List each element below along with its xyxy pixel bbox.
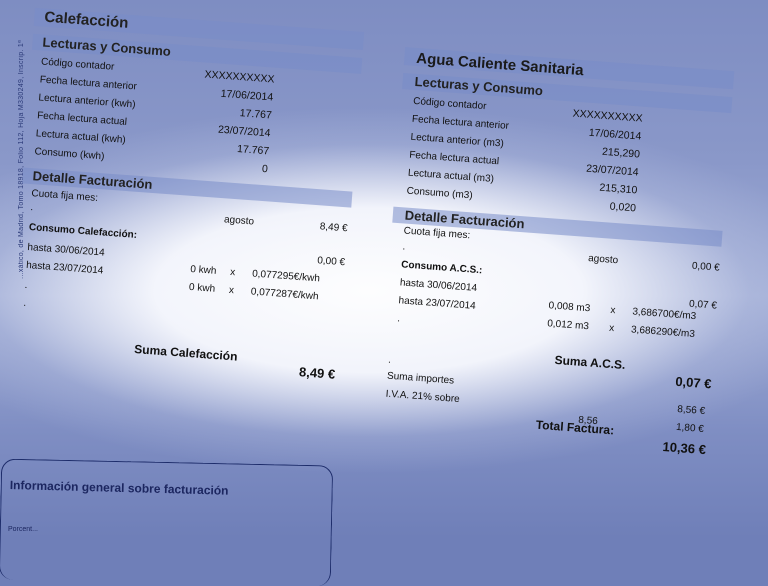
calefaccion-row-value: 17.767 bbox=[236, 143, 270, 158]
calefaccion-title: Calefacción bbox=[43, 8, 130, 32]
acs-consumo-label: Consumo A.C.S.: bbox=[400, 259, 483, 277]
calefaccion-line2-x: x bbox=[228, 284, 235, 297]
calefaccion-cuota-amount: 8,49 € bbox=[319, 221, 348, 235]
calefaccion-line1-label: hasta 30/06/2014 bbox=[27, 241, 105, 259]
acs-row-value: 17/06/2014 bbox=[588, 126, 642, 143]
suma-importes-label: Suma importes bbox=[386, 370, 455, 387]
acs-row-value: 0,020 bbox=[609, 200, 637, 215]
calefaccion-row-label: Fecha lectura actual bbox=[36, 110, 128, 128]
acs-row-label: Consumo (m3) bbox=[406, 185, 473, 202]
total-factura-label: Total Factura: bbox=[535, 417, 615, 438]
calefaccion-line1-x: x bbox=[229, 266, 236, 279]
calefaccion-line2-qty: 0 kwh bbox=[188, 281, 216, 295]
calefaccion-row-value: 17/06/2014 bbox=[220, 87, 274, 104]
calefaccion-row-label: Lectura actual (kwh) bbox=[35, 128, 127, 146]
calefaccion-cuota-label: Cuota fija mes: bbox=[31, 188, 99, 204]
calefaccion-row-value: 17.767 bbox=[239, 107, 273, 122]
acs-line2-qty: 0,012 m3 bbox=[546, 318, 590, 333]
calefaccion-consumo-label: Consumo Calefacción: bbox=[28, 222, 138, 241]
acs-cuota-label: Cuota fija mes: bbox=[403, 225, 471, 242]
acs-consumo-amount: 0,07 € bbox=[688, 298, 718, 312]
acs-cuota-month: agosto bbox=[587, 253, 619, 267]
info-box bbox=[0, 458, 334, 586]
acs-row-value: 215,310 bbox=[598, 181, 638, 197]
suma-acs-label: Suma A.C.S. bbox=[554, 352, 626, 373]
acs-line1-x: x bbox=[610, 304, 616, 317]
calefaccion-row-label: Fecha lectura anterior bbox=[39, 74, 138, 93]
acs-row-label: Fecha lectura anterior bbox=[411, 113, 510, 132]
acs-row-value: XXXXXXXXXX bbox=[572, 107, 644, 125]
acs-row-label: Lectura anterior (m3) bbox=[410, 131, 505, 150]
calefaccion-row-value: 23/07/2014 bbox=[217, 123, 271, 140]
document-photo: ...xático, de Madrid, Tomo 18918, Folio … bbox=[0, 0, 768, 586]
acs-line2-price: 3,686290€/m3 bbox=[630, 324, 696, 341]
info-sub: Porcent... bbox=[8, 526, 38, 533]
iva-value: 1,80 € bbox=[675, 421, 705, 435]
acs-line1-price: 3,686700€/m3 bbox=[631, 306, 697, 323]
calefaccion-line1-qty: 0 kwh bbox=[189, 263, 217, 277]
acs-row-label: Lectura actual (m3) bbox=[407, 167, 495, 185]
suma-calefaccion-amount: 8,49 € bbox=[298, 364, 336, 382]
iva-label: I.V.A. 21% sobre bbox=[385, 388, 461, 406]
acs-line1-qty: 0,008 m3 bbox=[548, 300, 591, 315]
calefaccion-line2-label: hasta 23/07/2014 bbox=[25, 259, 104, 277]
calefaccion-row-label: Lectura anterior (kwh) bbox=[38, 92, 136, 111]
calefaccion-line2-price: 0,077287€/kwh bbox=[250, 286, 319, 303]
acs-line1-label: hasta 30/06/2014 bbox=[399, 277, 478, 294]
suma-importes-value: 8,56 € bbox=[676, 404, 706, 418]
calefaccion-cuota-month: agosto bbox=[223, 214, 255, 228]
suma-calefaccion-label: Suma Calefacción bbox=[133, 342, 238, 364]
calefaccion-row-label: Código contador bbox=[40, 56, 115, 73]
calefaccion-row-label: Consumo (kwh) bbox=[34, 146, 105, 163]
calefaccion-row-value: XXXXXXXXXX bbox=[204, 68, 275, 86]
calefaccion-row-value: 0 bbox=[261, 162, 269, 176]
acs-line2-x: x bbox=[608, 322, 615, 335]
calefaccion-consumo-amount: 0,00 € bbox=[316, 255, 346, 269]
calefaccion-line1-price: 0,077295€/kwh bbox=[251, 268, 321, 285]
acs-row-value: 215,290 bbox=[601, 145, 641, 161]
suma-acs-amount: 0,07 € bbox=[674, 373, 713, 392]
acs-row-label: Fecha lectura actual bbox=[408, 149, 500, 168]
acs-row-value: 23/07/2014 bbox=[585, 162, 640, 179]
acs-line2-label: hasta 23/07/2014 bbox=[398, 295, 477, 312]
acs-cuota-amount: 0,00 € bbox=[691, 260, 721, 274]
acs-row-label: Código contador bbox=[412, 95, 487, 113]
total-factura-value: 10,36 € bbox=[662, 439, 707, 458]
